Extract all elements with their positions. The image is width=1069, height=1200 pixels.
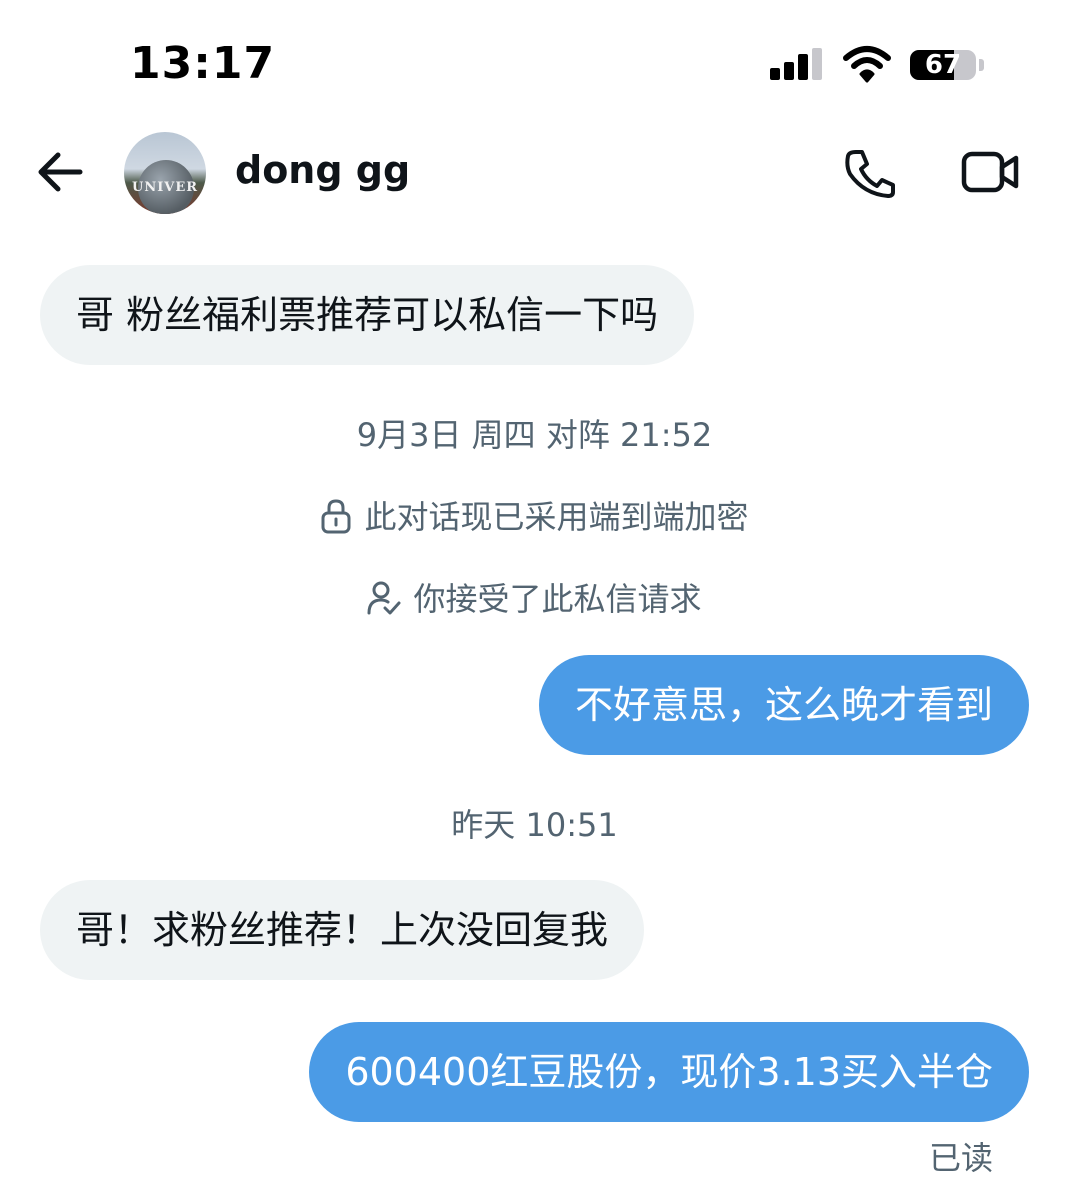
request-accepted-notice: 你接受了此私信请求: [0, 574, 1069, 620]
request-accepted-text: 你接受了此私信请求: [413, 580, 702, 618]
incoming-message[interactable]: 哥！求粉丝推荐！上次没回复我: [40, 880, 645, 980]
back-arrow-icon[interactable]: [36, 150, 84, 194]
contact-name[interactable]: dong gg: [235, 148, 410, 192]
phone-icon[interactable]: [842, 148, 896, 198]
conversation-timestamp: 9月3日 周四 对阵 21:52: [356, 416, 713, 454]
status-icons: 67: [768, 44, 998, 84]
status-time: 13:17: [130, 38, 276, 89]
encryption-notice: 此对话现已采用端到端加密: [0, 492, 1069, 538]
conversation-timestamp: 昨天 10:51: [451, 806, 618, 844]
battery-icon: 67: [910, 50, 976, 80]
read-receipt: 已读: [928, 1139, 993, 1177]
encryption-notice-text: 此对话现已采用端到端加密: [364, 498, 749, 536]
video-camera-icon[interactable]: [960, 150, 1020, 194]
incoming-message[interactable]: 哥 粉丝福利票推荐可以私信一下吗: [40, 265, 695, 365]
outgoing-message[interactable]: 不好意思，这么晚才看到: [538, 655, 1029, 755]
wifi-icon: [843, 46, 891, 83]
avatar-logo-text: UNIVER: [132, 180, 199, 195]
avatar[interactable]: UNIVER: [124, 132, 206, 214]
battery-level: 67: [924, 50, 962, 80]
user-check-icon: [367, 581, 401, 615]
outgoing-message[interactable]: 600400红豆股份，现价3.13买入半仓: [309, 1022, 1029, 1122]
lock-icon: [321, 499, 351, 534]
